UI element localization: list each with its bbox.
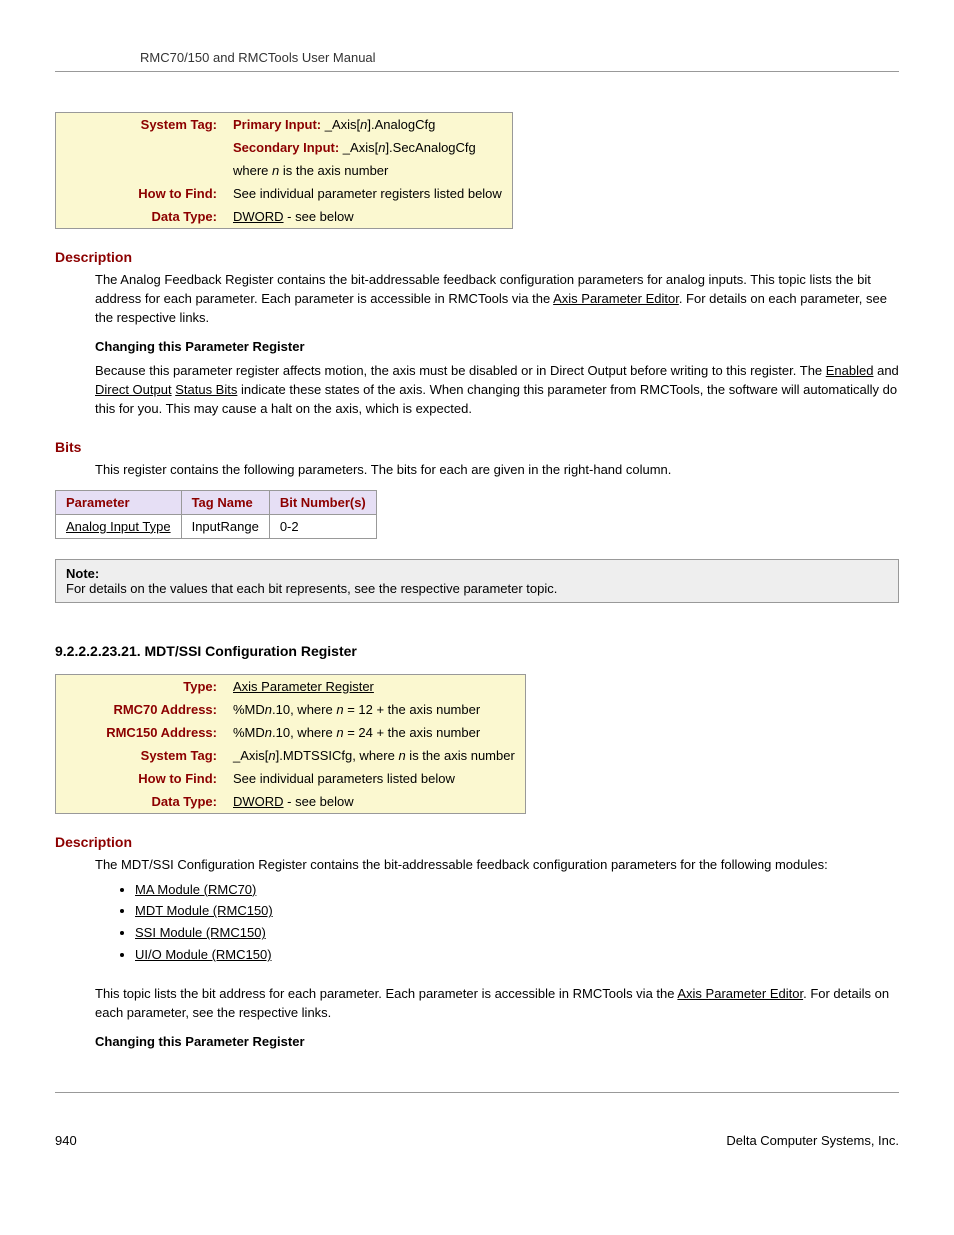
link-direct-output[interactable]: Direct Output bbox=[95, 382, 172, 397]
note-title: Note: bbox=[66, 566, 99, 581]
col-parameter: Parameter bbox=[56, 490, 182, 514]
link-mdt-module[interactable]: MDT Module (RMC150) bbox=[135, 903, 273, 918]
subheading-changing-register-1: Changing this Parameter Register bbox=[95, 338, 899, 357]
link-axis-parameter-editor[interactable]: Axis Parameter Editor bbox=[553, 291, 679, 306]
label-how-to-find: How to Find: bbox=[56, 182, 228, 205]
list-item: UI/O Module (RMC150) bbox=[135, 946, 899, 965]
register-info-table-2: Type: Axis Parameter Register RMC70 Addr… bbox=[55, 674, 526, 814]
value-how-to-find-2: See individual parameters listed below bbox=[227, 767, 525, 790]
heading-description-2: Description bbox=[55, 834, 899, 850]
link-ssi-module[interactable]: SSI Module (RMC150) bbox=[135, 925, 266, 940]
header-rule bbox=[55, 71, 899, 72]
list-item: MDT Module (RMC150) bbox=[135, 902, 899, 921]
page-header: RMC70/150 and RMCTools User Manual bbox=[55, 50, 899, 65]
label-data-type: Data Type: bbox=[56, 205, 228, 229]
bits-body: This register contains the following par… bbox=[95, 461, 899, 480]
bits-table: Parameter Tag Name Bit Number(s) Analog … bbox=[55, 490, 377, 539]
description-body-1: The Analog Feedback Register contains th… bbox=[95, 271, 899, 419]
value-data-type: DWORD - see below bbox=[227, 205, 512, 229]
label-how-to-find-2: How to Find: bbox=[56, 767, 228, 790]
note-box: Note: For details on the values that eac… bbox=[55, 559, 899, 603]
label-rmc70-address: RMC70 Address: bbox=[56, 698, 228, 721]
page-footer: 940 Delta Computer Systems, Inc. bbox=[55, 1133, 899, 1148]
link-dword[interactable]: DWORD bbox=[233, 209, 284, 224]
section-heading-mdtssi: 9.2.2.2.23.21. MDT/SSI Configuration Reg… bbox=[55, 643, 899, 659]
note-text: For details on the values that each bit … bbox=[66, 581, 557, 596]
link-analog-input-type[interactable]: Analog Input Type bbox=[66, 519, 171, 534]
register-info-table-1: System Tag: Primary Input: _Axis[n].Anal… bbox=[55, 112, 513, 229]
label-data-type-2: Data Type: bbox=[56, 790, 228, 814]
label-system-tag-2: System Tag: bbox=[56, 744, 228, 767]
module-list: MA Module (RMC70) MDT Module (RMC150) SS… bbox=[115, 881, 899, 965]
link-status-bits[interactable]: Status Bits bbox=[175, 382, 237, 397]
heading-description-1: Description bbox=[55, 249, 899, 265]
value-secondary-input: Secondary Input: _Axis[n].SecAnalogCfg bbox=[227, 136, 512, 159]
link-ma-module[interactable]: MA Module (RMC70) bbox=[135, 882, 256, 897]
description-body-2: The MDT/SSI Configuration Register conta… bbox=[95, 856, 899, 1052]
heading-bits: Bits bbox=[55, 439, 899, 455]
page-number: 940 bbox=[55, 1133, 77, 1148]
list-item: MA Module (RMC70) bbox=[135, 881, 899, 900]
link-uio-module[interactable]: UI/O Module (RMC150) bbox=[135, 947, 272, 962]
subheading-changing-register-2: Changing this Parameter Register bbox=[95, 1033, 899, 1052]
label-type: Type: bbox=[56, 674, 228, 698]
list-item: SSI Module (RMC150) bbox=[135, 924, 899, 943]
label-rmc150-address: RMC150 Address: bbox=[56, 721, 228, 744]
link-axis-parameter-editor-2[interactable]: Axis Parameter Editor bbox=[677, 986, 803, 1001]
link-dword-2[interactable]: DWORD bbox=[233, 794, 284, 809]
value-data-type-2: DWORD - see below bbox=[227, 790, 525, 814]
footer-rule bbox=[55, 1092, 899, 1093]
label-system-tag: System Tag: bbox=[56, 113, 228, 137]
value-system-tag-2: _Axis[n].MDTSSICfg, where n is the axis … bbox=[227, 744, 525, 767]
link-enabled[interactable]: Enabled bbox=[826, 363, 874, 378]
table-row: Analog Input Type InputRange 0-2 bbox=[56, 514, 377, 538]
value-where-note: where n is the axis number bbox=[227, 159, 512, 182]
document-page: RMC70/150 and RMCTools User Manual Syste… bbox=[0, 0, 954, 1235]
value-rmc70-address: %MDn.10, where n = 12 + the axis number bbox=[227, 698, 525, 721]
company-name: Delta Computer Systems, Inc. bbox=[726, 1133, 899, 1148]
value-system-tag: Primary Input: _Axis[n].AnalogCfg bbox=[227, 113, 512, 137]
value-rmc150-address: %MDn.10, where n = 24 + the axis number bbox=[227, 721, 525, 744]
col-tag-name: Tag Name bbox=[181, 490, 269, 514]
col-bit-numbers: Bit Number(s) bbox=[269, 490, 376, 514]
link-axis-parameter-register[interactable]: Axis Parameter Register bbox=[233, 679, 374, 694]
value-how-to-find: See individual parameter registers liste… bbox=[227, 182, 512, 205]
